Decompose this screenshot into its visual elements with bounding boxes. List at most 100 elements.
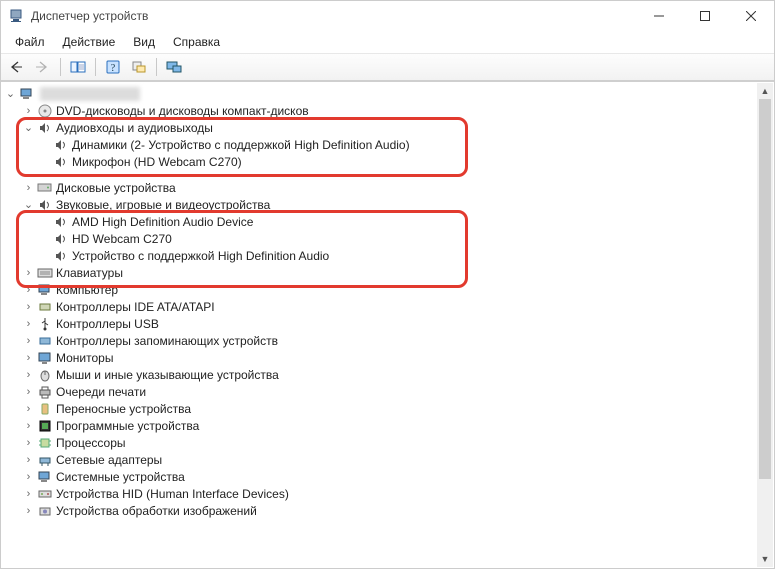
category-label: Контроллеры IDE ATA/ATAPI xyxy=(56,300,215,314)
tree-device[interactable]: AMD High Definition Audio Device xyxy=(2,213,757,230)
tree-device[interactable]: Микрофон (HD Webcam C270) xyxy=(2,153,757,170)
hid-icon xyxy=(37,486,53,502)
expand-toggle[interactable]: › xyxy=(22,505,35,517)
imaging-icon xyxy=(37,503,53,519)
expand-toggle[interactable]: › xyxy=(22,437,35,449)
maximize-button[interactable] xyxy=(682,1,728,31)
scroll-up-button[interactable]: ▲ xyxy=(757,83,773,99)
tree-category[interactable]: › DVD-дисководы и дисководы компакт-диск… xyxy=(2,102,757,119)
tree-category[interactable]: › Мониторы xyxy=(2,349,757,366)
drive-icon xyxy=(37,180,53,196)
scroll-track[interactable] xyxy=(757,99,773,551)
expand-toggle[interactable]: › xyxy=(22,386,35,398)
svg-text:?: ? xyxy=(111,63,116,74)
expand-toggle[interactable]: › xyxy=(22,267,35,279)
expand-toggle[interactable]: › xyxy=(22,105,35,117)
toolbar-separator xyxy=(156,58,157,76)
expand-toggle[interactable]: ⌄ xyxy=(22,121,35,134)
category-label: Мыши и иные указывающие устройства xyxy=(56,368,279,382)
expand-toggle[interactable]: › xyxy=(22,335,35,347)
tree-category[interactable]: ⌄ Звуковые, игровые и видеоустройства xyxy=(2,196,757,213)
speaker-icon xyxy=(53,154,69,170)
show-tree-button[interactable] xyxy=(66,56,90,78)
computer-icon xyxy=(19,86,35,102)
expand-toggle[interactable]: › xyxy=(22,284,35,296)
tree-category[interactable]: › Системные устройства xyxy=(2,468,757,485)
tree-category[interactable]: › Мыши и иные указывающие устройства xyxy=(2,366,757,383)
view-computers-button[interactable] xyxy=(162,56,186,78)
expand-toggle[interactable]: › xyxy=(22,488,35,500)
keyboard-icon xyxy=(37,265,53,281)
tree-device[interactable]: Устройство с поддержкой High Definition … xyxy=(2,247,757,264)
system-icon xyxy=(37,469,53,485)
category-label: Звуковые, игровые и видеоустройства xyxy=(56,198,270,212)
category-label: Сетевые адаптеры xyxy=(56,453,162,467)
help-button[interactable]: ? xyxy=(101,56,125,78)
nav-forward-button[interactable] xyxy=(31,56,55,78)
category-label: Клавиатуры xyxy=(56,266,123,280)
content: ⌄ › DVD-дисководы и дисководы компакт-ди… xyxy=(1,81,774,568)
speaker-icon xyxy=(53,248,69,264)
close-button[interactable] xyxy=(728,1,774,31)
category-label: Компьютер xyxy=(56,283,118,297)
printer-icon xyxy=(37,384,53,400)
menu-help[interactable]: Справка xyxy=(165,33,228,51)
minimize-button[interactable] xyxy=(636,1,682,31)
app-icon xyxy=(9,8,25,24)
category-label: Переносные устройства xyxy=(56,402,191,416)
expand-toggle[interactable]: › xyxy=(22,318,35,330)
tree-category[interactable]: › Дисковые устройства xyxy=(2,179,757,196)
expand-toggle[interactable]: › xyxy=(22,454,35,466)
scroll-thumb[interactable] xyxy=(759,99,771,479)
tree-category[interactable]: › Устройства HID (Human Interface Device… xyxy=(2,485,757,502)
tree-device[interactable]: HD Webcam C270 xyxy=(2,230,757,247)
tree-category[interactable]: › Процессоры xyxy=(2,434,757,451)
expand-toggle[interactable]: › xyxy=(22,182,35,194)
category-label: DVD-дисководы и дисководы компакт-дисков xyxy=(56,104,309,118)
tree-root[interactable]: ⌄ xyxy=(2,85,757,102)
portable-icon xyxy=(37,401,53,417)
tree-category[interactable]: ⌄ Аудиовходы и аудиовыходы xyxy=(2,119,757,136)
category-label: Программные устройства xyxy=(56,419,199,433)
window-controls xyxy=(636,1,774,31)
expand-toggle[interactable]: ⌄ xyxy=(22,198,35,211)
category-label: Системные устройства xyxy=(56,470,185,484)
scan-hardware-button[interactable] xyxy=(127,56,151,78)
tree-device[interactable]: Динамики (2- Устройство с поддержкой Hig… xyxy=(2,136,757,153)
scroll-down-button[interactable]: ▼ xyxy=(757,551,773,567)
menu-file[interactable]: Файл xyxy=(7,33,53,51)
tree-category[interactable]: › Контроллеры IDE ATA/ATAPI xyxy=(2,298,757,315)
tree-category[interactable]: › Контроллеры USB xyxy=(2,315,757,332)
category-label: Контроллеры USB xyxy=(56,317,159,331)
device-label: Устройство с поддержкой High Definition … xyxy=(72,249,329,263)
tree-category[interactable]: › Устройства обработки изображений xyxy=(2,502,757,519)
expand-toggle[interactable]: › xyxy=(22,352,35,364)
category-label: Дисковые устройства xyxy=(56,181,176,195)
expand-toggle[interactable]: › xyxy=(22,471,35,483)
menu-view[interactable]: Вид xyxy=(125,33,163,51)
tree-category[interactable]: › Очереди печати xyxy=(2,383,757,400)
menu-action[interactable]: Действие xyxy=(55,33,124,51)
category-label: Устройства обработки изображений xyxy=(56,504,257,518)
vertical-scrollbar[interactable]: ▲ ▼ xyxy=(757,83,773,567)
disc-icon xyxy=(37,103,53,119)
toolbar-separator xyxy=(95,58,96,76)
tree-category[interactable]: › Контроллеры запоминающих устройств xyxy=(2,332,757,349)
tree-category[interactable]: › Переносные устройства xyxy=(2,400,757,417)
expand-toggle[interactable]: › xyxy=(22,403,35,415)
titlebar: Диспетчер устройств xyxy=(1,1,774,31)
device-label: HD Webcam C270 xyxy=(72,232,172,246)
device-tree[interactable]: ⌄ › DVD-дисководы и дисководы компакт-ди… xyxy=(2,83,757,567)
tree-category[interactable]: › Программные устройства xyxy=(2,417,757,434)
expand-toggle[interactable]: › xyxy=(22,420,35,432)
expand-toggle[interactable]: › xyxy=(22,301,35,313)
monitor-icon xyxy=(37,350,53,366)
tree-category[interactable]: › Сетевые адаптеры xyxy=(2,451,757,468)
tree-category[interactable]: › Компьютер xyxy=(2,281,757,298)
expand-toggle[interactable]: ⌄ xyxy=(4,87,17,100)
tree-category[interactable]: › Клавиатуры xyxy=(2,264,757,281)
speaker-icon xyxy=(53,231,69,247)
expand-toggle[interactable]: › xyxy=(22,369,35,381)
window-title: Диспетчер устройств xyxy=(31,9,636,23)
nav-back-button[interactable] xyxy=(5,56,29,78)
